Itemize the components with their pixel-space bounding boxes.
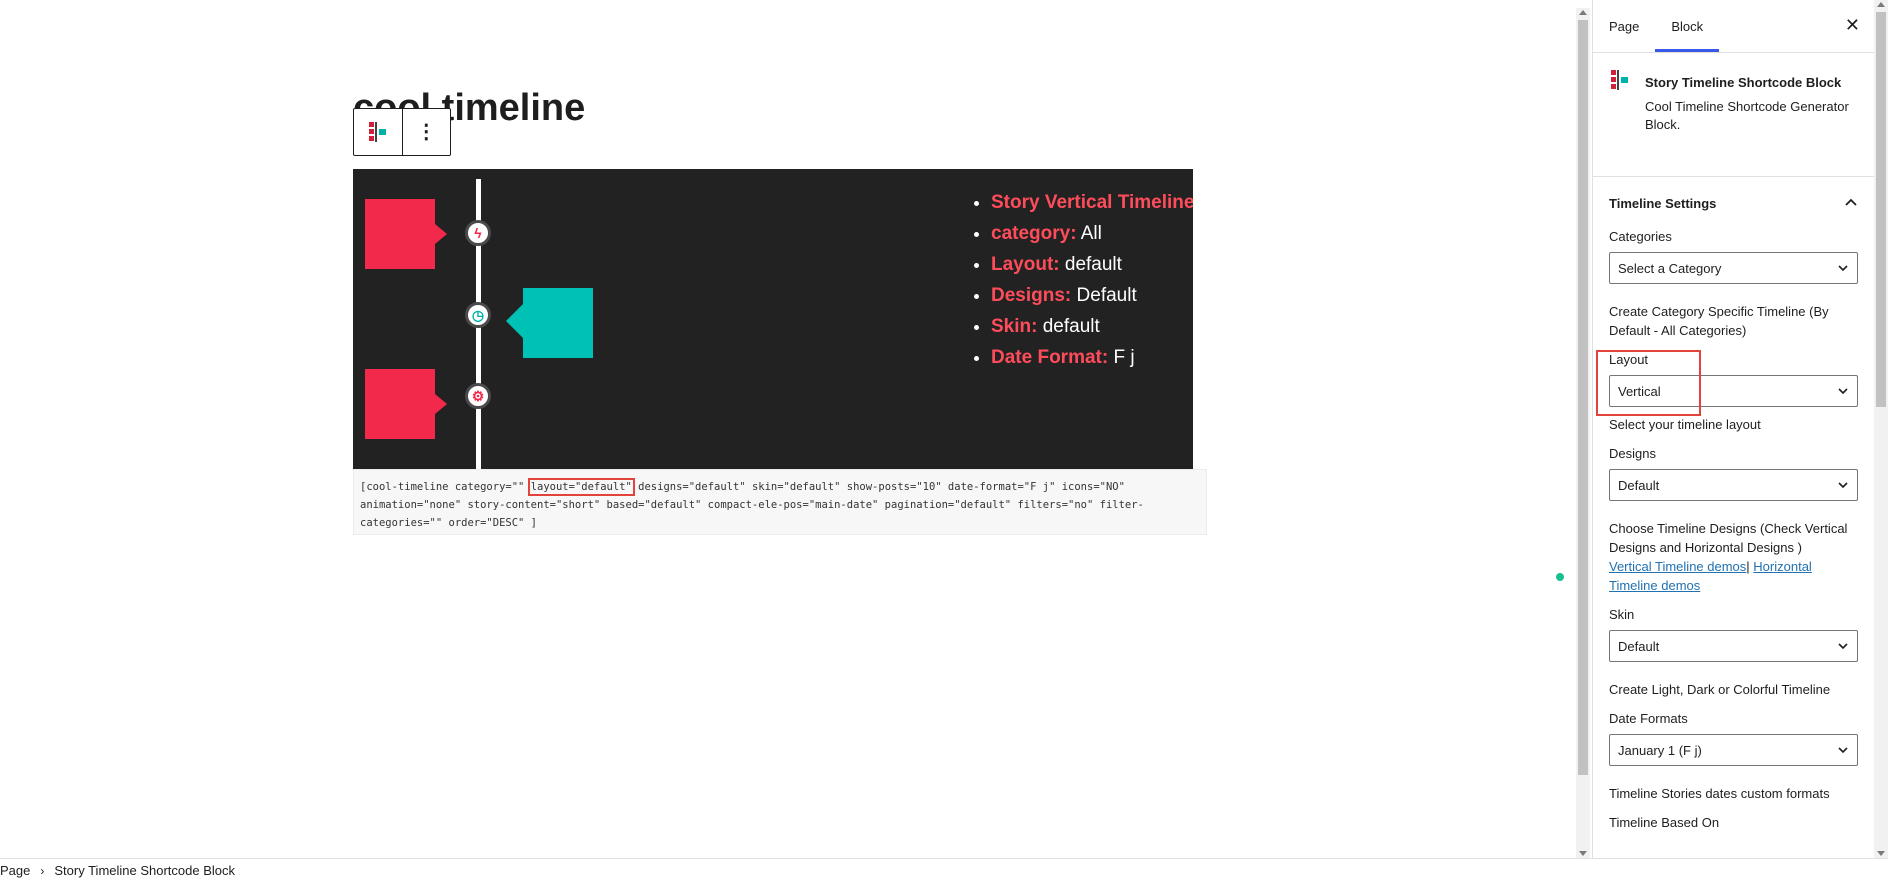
scroll-down-arrow-icon[interactable]: [1877, 851, 1885, 856]
tab-page[interactable]: Page: [1593, 0, 1655, 52]
timeline-settings-toggle[interactable]: Timeline Settings: [1593, 177, 1874, 229]
categories-value: Select a Category: [1618, 260, 1722, 276]
shortcode-part: [cool-timeline category="": [360, 481, 531, 493]
more-options-button[interactable]: ⋮: [401, 109, 451, 155]
card-arrow-red-2: [435, 394, 447, 414]
card-arrow-red-1: [435, 224, 447, 244]
info-item-designs: Designs: Default: [991, 280, 1193, 311]
designs-help-text: Choose Timeline Designs (Check Vertical …: [1609, 521, 1848, 555]
block-card-title: Story Timeline Shortcode Block: [1645, 75, 1842, 90]
designs-label: Designs: [1609, 446, 1656, 461]
close-icon[interactable]: ✕: [1845, 16, 1860, 34]
info-item-category: category: All: [991, 218, 1193, 249]
scroll-up-arrow-icon[interactable]: [1579, 10, 1587, 15]
timeline-settings-body: Categories Select a Category Create Cate…: [1593, 229, 1874, 830]
tab-block[interactable]: Block: [1655, 0, 1720, 52]
link-separator: |: [1746, 559, 1750, 574]
chevron-up-icon: [1845, 198, 1857, 206]
shortcode-text[interactable]: [cool-timeline category="" layout="defau…: [353, 469, 1207, 535]
date-formats-label: Date Formats: [1609, 711, 1688, 726]
timeline-card-red-2: [365, 369, 435, 439]
block-toolbar: ⋮: [353, 108, 451, 156]
skin-value: Default: [1618, 638, 1660, 654]
layout-help: Select your timeline layout: [1609, 417, 1761, 432]
sidebar-scrollbar[interactable]: [1874, 0, 1888, 858]
categories-label: Categories: [1609, 229, 1672, 244]
status-dot: [1556, 573, 1564, 581]
info-item-title: Story Vertical Timeline: [991, 187, 1193, 218]
chevron-down-icon: [1838, 265, 1848, 272]
designs-help: Choose Timeline Designs (Check Vertical …: [1609, 519, 1858, 595]
layout-highlight-box: [1596, 350, 1701, 416]
vertical-demos-link[interactable]: Vertical Timeline demos: [1609, 559, 1746, 574]
shortcode-info-list: Story Vertical Timeline category: All La…: [973, 187, 1193, 373]
timeline-block-icon: [368, 122, 386, 142]
settings-sidebar: Page Block ✕ Story Timeline Shortcode Bl…: [1592, 0, 1874, 858]
editor-scrollbar[interactable]: [1576, 8, 1590, 858]
scroll-down-arrow-icon[interactable]: [1579, 851, 1587, 856]
block-card: Story Timeline Shortcode Block Cool Time…: [1593, 53, 1874, 177]
info-item-skin: Skin: default: [991, 311, 1193, 342]
more-options-icon: ⋮: [416, 121, 437, 143]
shortcode-layout-highlight: layout="default": [527, 478, 635, 496]
skin-help: Create Light, Dark or Colorful Timeline: [1609, 682, 1831, 697]
categories-select[interactable]: Select a Category: [1609, 252, 1858, 284]
panel-title: Timeline Settings: [1609, 195, 1717, 211]
card-arrow-teal: [506, 303, 524, 339]
sidebar-tabs: Page Block ✕: [1593, 0, 1874, 53]
designs-select[interactable]: Default: [1609, 469, 1858, 501]
timeline-preview: ϟ ◷ ⚙ Story Vertical Timeline category: …: [353, 169, 1193, 469]
skin-select[interactable]: Default: [1609, 630, 1858, 662]
breadcrumb-block[interactable]: Story Timeline Shortcode Block: [54, 863, 235, 878]
breadcrumb: Page › Story Timeline Shortcode Block: [0, 858, 1888, 882]
categories-help: Create Category Specific Timeline (By De…: [1609, 304, 1829, 338]
scrollbar-thumb[interactable]: [1578, 20, 1588, 775]
based-on-label: Timeline Based On: [1609, 815, 1720, 830]
info-item-date-format: Date Format: F j: [991, 342, 1193, 373]
scrollbar-thumb[interactable]: [1876, 12, 1886, 407]
timeline-card-teal: [523, 288, 593, 358]
date-formats-help: Timeline Stories dates custom formats: [1609, 786, 1830, 801]
skin-label: Skin: [1609, 607, 1635, 622]
chevron-down-icon: [1838, 482, 1848, 489]
chevron-down-icon: [1838, 643, 1848, 650]
date-formats-select[interactable]: January 1 (F j): [1609, 734, 1858, 766]
timeline-card-red-1: [365, 199, 435, 269]
designs-value: Default: [1618, 477, 1660, 493]
info-item-layout: Layout: default: [991, 249, 1193, 280]
block-type-button[interactable]: [354, 109, 402, 155]
clock-icon: ◷: [465, 302, 491, 328]
breadcrumb-page[interactable]: Page: [0, 863, 30, 878]
gear-icon: ⚙: [465, 383, 491, 409]
bolt-icon: ϟ: [465, 220, 491, 246]
chevron-right-icon: ›: [40, 863, 45, 878]
chevron-down-icon: [1838, 388, 1848, 395]
date-formats-value: January 1 (F j): [1618, 742, 1702, 758]
block-card-description: Cool Timeline Shortcode Generator Block.: [1645, 99, 1849, 132]
scroll-up-arrow-icon[interactable]: [1877, 2, 1885, 7]
chevron-down-icon: [1838, 747, 1848, 754]
timeline-block-icon: [1611, 70, 1628, 90]
editor-canvas: cool timeline ⋮ ϟ ◷ ⚙ Story Vertical Tim…: [0, 0, 1576, 858]
